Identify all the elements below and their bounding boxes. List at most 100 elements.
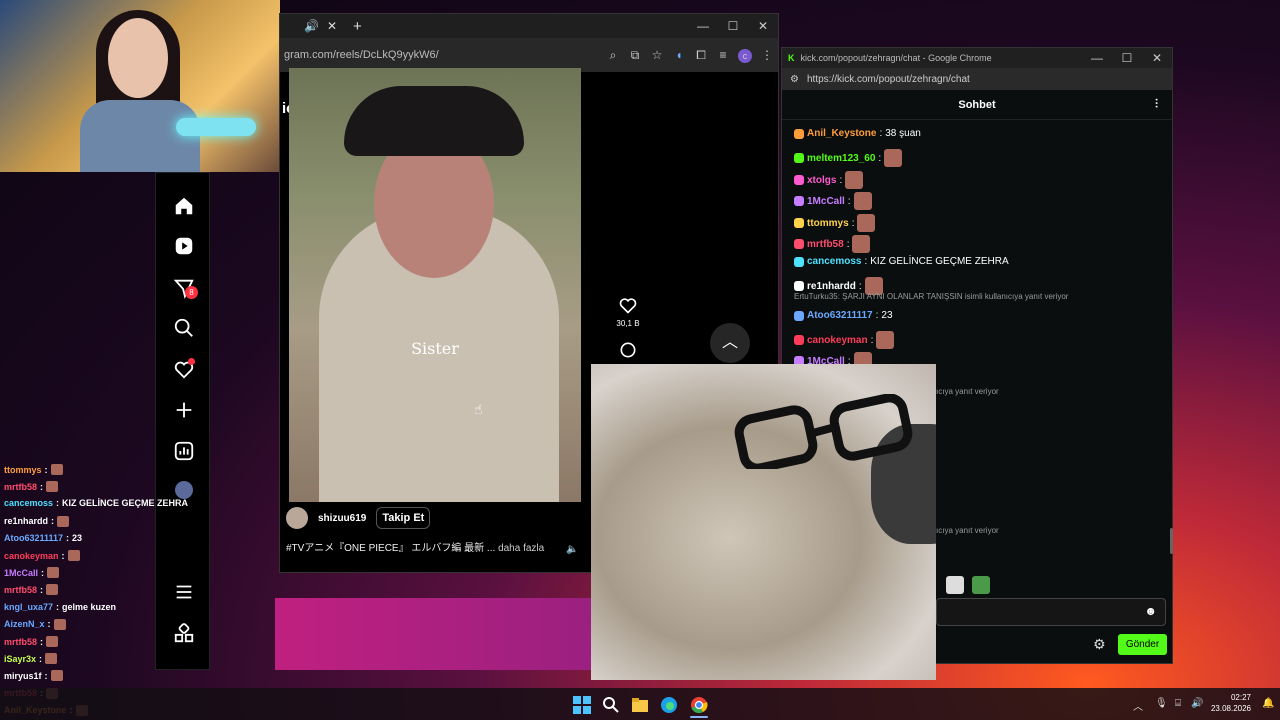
chat-message-input[interactable]: ☻: [936, 598, 1166, 626]
emote-icon: [884, 149, 903, 167]
separator: :: [40, 481, 44, 492]
emoji-picker-icon[interactable]: ☻: [1144, 604, 1157, 618]
reels-icon[interactable]: [156, 235, 211, 262]
notifications-heart-icon[interactable]: [156, 358, 211, 385]
microphone-icon[interactable]: 🎙: [1155, 698, 1168, 709]
site-settings-icon[interactable]: ⚙: [790, 74, 799, 85]
chat-maximize-button[interactable]: ☐: [1112, 51, 1142, 65]
overlay-username: iSayr3x: [4, 653, 37, 664]
notification-bell-icon[interactable]: 🔔: [1262, 698, 1274, 709]
chat-message[interactable]: Atoo63211117:23: [794, 310, 893, 321]
profile-avatar[interactable]: c: [734, 48, 756, 63]
send-button[interactable]: Gönder: [1118, 634, 1167, 655]
chat-address-bar[interactable]: ⚙ https://kick.com/popout/zehragn/chat: [782, 68, 1172, 90]
chat-emote-row: [946, 576, 990, 594]
media-control-icon[interactable]: ≡: [712, 48, 734, 62]
chat-settings-gear-icon[interactable]: ⚙: [1093, 636, 1106, 653]
chat-message[interactable]: canokeyman:: [794, 331, 895, 349]
chat-text: 38 şuan: [885, 128, 921, 139]
url-text[interactable]: gram.com/reels/DcLkQ9yykW6/: [284, 49, 439, 61]
chat-username[interactable]: Anil_Keystone: [807, 128, 876, 139]
taskbar-search-icon[interactable]: [602, 696, 620, 714]
chat-username[interactable]: re1nhardd: [807, 281, 856, 292]
chrome-browser-icon[interactable]: [690, 696, 708, 714]
chat-username[interactable]: Atoo63211117: [807, 310, 873, 321]
overlay-chat-message: 1McCall:: [4, 567, 60, 579]
also-from-meta-icon[interactable]: [156, 622, 211, 649]
chat-message[interactable]: xtolgs:: [794, 171, 864, 189]
reel-description: #TVアニメ『ONE PIECE』 エルバフ編 最新 ... daha fazl…: [286, 543, 545, 554]
bookmark-star-icon[interactable]: ☆: [646, 48, 668, 62]
browser-titlebar: 🔊 ✕ + — ☐ ✕: [280, 14, 778, 38]
messages-icon[interactable]: [156, 277, 211, 304]
maximize-button[interactable]: ☐: [718, 19, 748, 33]
tab-close-icon[interactable]: ✕: [327, 19, 337, 33]
overlay-username: canokeyman: [4, 550, 59, 561]
chat-username[interactable]: 1McCall: [807, 196, 845, 207]
extensions-puzzle-icon[interactable]: ⧠: [690, 48, 712, 63]
chat-message[interactable]: ttommys:: [794, 214, 876, 232]
minimize-button[interactable]: —: [688, 19, 718, 33]
overlay-chat-message: mrtfb58:: [4, 636, 59, 647]
reel-caption-overlay: Sister: [411, 339, 459, 358]
overlay-username: re1nhardd: [4, 516, 49, 527]
install-icon[interactable]: ⧉: [624, 48, 646, 63]
volume-icon[interactable]: 🔊: [1191, 698, 1203, 709]
overlay-chat-message: canokeyman:: [4, 550, 80, 561]
chat-message[interactable]: mrtfb58:: [794, 235, 871, 253]
separator: :: [44, 464, 48, 475]
author-name[interactable]: shizuu619: [318, 513, 366, 524]
chat-username[interactable]: meltem123_60: [807, 153, 875, 164]
separator: :: [879, 128, 883, 139]
more-link[interactable]: daha fazla: [498, 543, 544, 554]
chat-message[interactable]: meltem123_60:: [794, 149, 903, 167]
new-tab-button[interactable]: +: [353, 18, 362, 35]
emote-icon: [946, 576, 964, 594]
hamburger-menu-icon[interactable]: [156, 581, 211, 608]
previous-reel-chevron-up-icon[interactable]: ︿: [710, 323, 750, 363]
user-badge-icon: [794, 281, 804, 291]
partial-reply-notice: ıcıya yanıt veriyor: [936, 526, 999, 535]
tray-chevron-up-icon[interactable]: ︿: [1133, 698, 1143, 713]
comment-icon[interactable]: [612, 340, 644, 362]
chat-message[interactable]: 1McCall:: [794, 192, 872, 210]
chat-username[interactable]: xtolgs: [807, 175, 836, 186]
extension-icon[interactable]: ◖: [668, 48, 690, 62]
edge-browser-icon[interactable]: [660, 696, 678, 714]
emote-icon: [845, 171, 864, 189]
chat-username[interactable]: cancemoss: [807, 256, 861, 267]
browser-menu-icon[interactable]: ⋮: [756, 48, 778, 62]
dashboard-icon[interactable]: [156, 440, 211, 467]
author-avatar[interactable]: [286, 507, 308, 529]
emote-icon: [853, 192, 872, 210]
chat-scrollbar[interactable]: [1170, 528, 1173, 554]
close-window-button[interactable]: ✕: [748, 19, 778, 33]
user-badge-icon: [794, 335, 804, 345]
taskbar-clock[interactable]: 02:27 23.08.2026: [1205, 692, 1251, 714]
tab-audio-icon[interactable]: 🔊: [304, 19, 319, 33]
home-icon[interactable]: [156, 195, 211, 222]
chat-minimize-button[interactable]: —: [1082, 51, 1112, 65]
user-badge-icon: [794, 218, 804, 228]
next-reel-preview[interactable]: [275, 598, 595, 670]
sound-toggle-icon[interactable]: 🔈: [566, 544, 578, 555]
create-plus-icon[interactable]: [156, 399, 211, 426]
separator: :: [846, 238, 850, 250]
chat-message[interactable]: Anil_Keystone:38 şuan: [794, 128, 921, 139]
chat-username[interactable]: mrtfb58: [807, 239, 844, 250]
chat-username[interactable]: ttommys: [807, 218, 849, 229]
file-explorer-icon[interactable]: [631, 696, 649, 714]
users-list-icon[interactable]: ⫶: [1155, 97, 1158, 112]
reel-video[interactable]: Sister ☝: [289, 68, 581, 502]
address-bar[interactable]: gram.com/reels/DcLkQ9yykW6/ ⌕ ⧉ ☆ ◖ ⧠ ≡ …: [280, 38, 778, 72]
search-icon[interactable]: [156, 317, 211, 344]
separator: :: [839, 174, 843, 186]
follow-button[interactable]: Takip Et: [376, 507, 431, 529]
windows-start-icon[interactable]: [573, 696, 591, 714]
chat-close-button[interactable]: ✕: [1142, 51, 1172, 65]
chat-message[interactable]: cancemoss: KIZ GELİNCE GEÇME ZEHRA: [794, 256, 1009, 267]
chat-username[interactable]: canokeyman: [807, 335, 868, 346]
like-heart-icon[interactable]: [612, 295, 644, 317]
network-icon[interactable]: ⌸: [1175, 698, 1181, 709]
zoom-icon[interactable]: ⌕: [602, 48, 624, 63]
